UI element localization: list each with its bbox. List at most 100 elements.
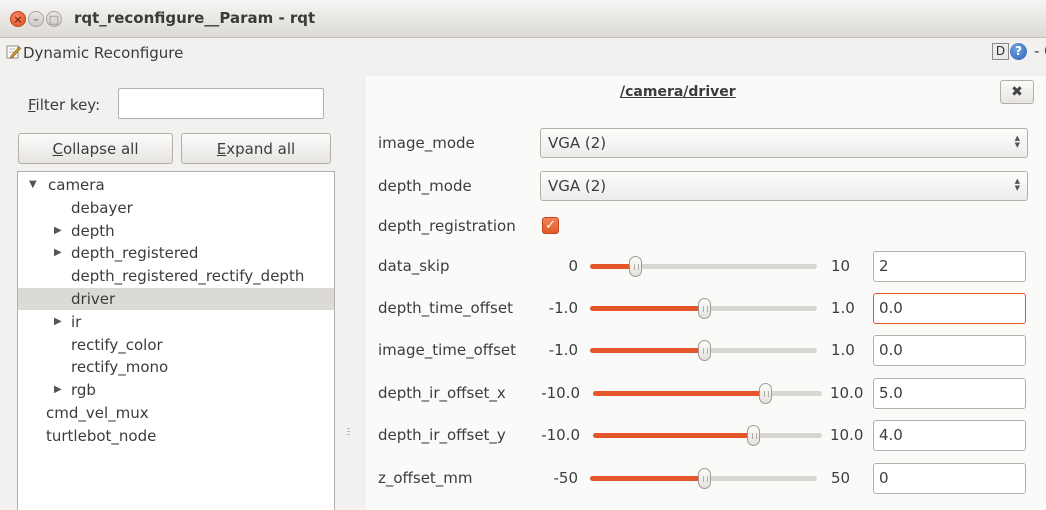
expanded-arrow-icon[interactable]: ▼	[29, 174, 37, 196]
depth-time-offset-slider-handle[interactable]	[697, 298, 711, 319]
tree-item-label: rectify_mono	[71, 358, 169, 377]
depth-ir-offset-x-slider[interactable]	[593, 383, 822, 404]
z-offset-mm-slider-handle[interactable]	[697, 468, 711, 489]
z-offset-mm-max-label: 50	[831, 469, 851, 487]
tree-item-rectify-color[interactable]: rectify_color	[18, 334, 334, 356]
image-time-offset-min-label: -1.0	[548, 341, 578, 359]
node-tree[interactable]: ▼ camera debayer ▶ depth ▶ depth_registereddep…	[17, 171, 335, 510]
image-time-offset-slider-handle[interactable]	[697, 340, 711, 361]
depth-ir-offset-y-slider[interactable]	[593, 425, 822, 446]
window-titlebar: × – □ rqt_reconfigure__Param - rqt	[0, 0, 1046, 38]
depth-ir-offset-x-max-label: 10.0	[830, 384, 864, 402]
close-icon: ✖	[1011, 84, 1023, 100]
data-skip-value-input[interactable]: 2	[873, 251, 1026, 282]
param-label-image-mode: image_mode	[378, 134, 475, 152]
collapsed-arrow-icon[interactable]: ▶	[54, 379, 62, 401]
collapse-all-button[interactable]: Collapse all	[18, 133, 173, 164]
expand-all-button[interactable]: Expand all	[181, 133, 331, 164]
tree-item-label: cmd_vel_mux	[46, 404, 149, 422]
depth-time-offset-min-label: -1.0	[548, 299, 578, 317]
tree-item-label: depth	[71, 221, 115, 240]
tree-item-label: debayer	[71, 198, 133, 217]
image-time-offset-slider-fill	[590, 348, 704, 353]
tree-item-debayer[interactable]: debayer	[18, 197, 334, 219]
image-mode-value: VGA (2)	[548, 134, 607, 152]
tree-item-label: driver	[71, 290, 116, 308]
param-label-depth-ir-offset-y: depth_ir_offset_y	[378, 426, 506, 444]
tree-item-camera[interactable]: ▼ camera	[18, 174, 334, 196]
collapsed-arrow-icon[interactable]: ▶	[54, 311, 62, 333]
depth-time-offset-slider-fill	[590, 306, 704, 311]
depth-ir-offset-x-value-input[interactable]: 5.0	[873, 378, 1026, 409]
param-label-depth-registration: depth_registration	[378, 217, 516, 235]
param-label-data-skip: data_skip	[378, 257, 450, 275]
depth-time-offset-slider[interactable]	[590, 298, 817, 319]
param-label-z-offset-mm: z_offset_mm	[378, 469, 473, 487]
tree-item-depth-registered[interactable]: ▶ depth_registered	[18, 242, 334, 264]
data-skip-min-label: 0	[568, 257, 578, 275]
depth-ir-offset-y-slider-handle[interactable]	[747, 425, 761, 446]
tree-item-label: depth_registered	[71, 244, 199, 263]
depth-ir-offset-y-max-label: 10.0	[830, 426, 864, 444]
image-mode-select[interactable]: VGA (2) ▲ ▼	[540, 128, 1028, 158]
depth-registration-checkbox[interactable]: ✓	[542, 217, 559, 234]
depth-time-offset-max-label: 1.0	[831, 299, 855, 317]
tree-item-label: camera	[48, 176, 105, 194]
depth-ir-offset-y-slider-fill	[593, 433, 754, 438]
depth-ir-offset-x-min-label: -10.0	[541, 384, 580, 402]
tree-item-ir[interactable]: ▶ ir	[18, 311, 334, 333]
depth-ir-offset-y-value-input[interactable]: 4.0	[873, 420, 1026, 451]
depth-ir-offset-x-slider-fill	[593, 391, 765, 396]
window-maximize-button[interactable]: □	[46, 11, 62, 27]
depth-time-offset-value-input[interactable]: 0.0	[873, 293, 1026, 324]
window-minimize-button[interactable]: –	[28, 11, 44, 27]
checkmark-icon: ✓	[545, 218, 556, 233]
param-label-depth-ir-offset-x: depth_ir_offset_x	[378, 384, 506, 402]
collapsed-arrow-icon[interactable]: ▶	[54, 220, 62, 242]
node-title: /camera/driver	[620, 84, 736, 100]
tree-item-depth-registered-rectify-depth[interactable]: depth_registered_rectify_depth	[18, 265, 334, 287]
depth-mode-value: VGA (2)	[548, 177, 607, 195]
window-close-button[interactable]: ×	[10, 11, 26, 27]
z-offset-mm-slider[interactable]	[590, 468, 817, 489]
tree-item-cmd-vel-mux[interactable]: cmd_vel_mux	[18, 402, 334, 424]
plugin-d-button[interactable]: D	[992, 43, 1009, 60]
tree-item-driver[interactable]: driver	[18, 288, 334, 310]
tree-item-label: depth_registered_rectify_depth	[71, 267, 305, 286]
collapsed-arrow-icon[interactable]: ▶	[54, 242, 62, 264]
data-skip-slider-handle[interactable]	[629, 256, 643, 277]
tree-item-label: turtlebot_node	[46, 426, 157, 445]
data-skip-slider[interactable]	[590, 256, 817, 277]
z-offset-mm-min-label: -50	[553, 469, 579, 487]
tree-item-turtlebot-node[interactable]: turtlebot_node	[18, 425, 334, 447]
tree-item-label: rectify_color	[71, 335, 163, 354]
plugin-title: Dynamic Reconfigure	[23, 44, 184, 62]
minimize-icon: –	[33, 12, 39, 26]
param-label-depth-time-offset: depth_time_offset	[378, 299, 513, 317]
image-time-offset-slider[interactable]	[590, 340, 817, 361]
depth-ir-offset-x-slider-handle[interactable]	[758, 383, 772, 404]
window-title: rqt_reconfigure__Param - rqt	[74, 9, 316, 27]
spin-arrows-icon: ▲ ▼	[1014, 134, 1020, 149]
pencil-document-icon	[6, 45, 21, 59]
depth-mode-select[interactable]: VGA (2) ▲ ▼	[540, 171, 1028, 201]
splitter-grip[interactable]	[347, 428, 351, 440]
filter-key-label: Filter key:	[28, 96, 101, 114]
close-node-button[interactable]: ✖	[1000, 80, 1034, 104]
image-time-offset-value-input[interactable]: 0.0	[873, 335, 1026, 366]
tree-item-depth[interactable]: ▶ depth	[18, 220, 334, 242]
filter-key-input[interactable]	[118, 88, 324, 119]
z-offset-mm-value-input[interactable]: 0	[873, 463, 1026, 494]
close-icon: ×	[13, 12, 23, 26]
z-offset-mm-slider-fill	[590, 476, 704, 481]
spin-arrows-icon: ▲ ▼	[1014, 177, 1020, 192]
plugin-window-buttons[interactable]: - O	[1034, 42, 1046, 60]
tree-item-label: rgb	[71, 381, 96, 400]
param-label-image-time-offset: image_time_offset	[378, 341, 517, 359]
depth-ir-offset-y-min-label: -10.0	[541, 426, 580, 444]
tree-item-rgb[interactable]: ▶ rgb	[18, 379, 334, 401]
tree-item-rectify-mono[interactable]: rectify_mono	[18, 356, 334, 378]
tree-item-label: ir	[71, 312, 82, 331]
param-label-depth-mode: depth_mode	[378, 177, 472, 195]
help-icon[interactable]: ?	[1010, 43, 1027, 60]
